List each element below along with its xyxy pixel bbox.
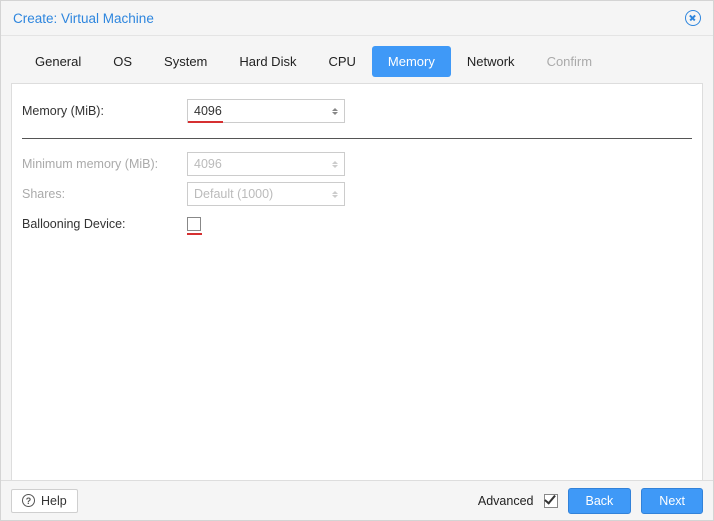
title-bar: Create: Virtual Machine bbox=[1, 1, 713, 36]
tab-os[interactable]: OS bbox=[97, 46, 148, 77]
row-min-memory: Minimum memory (MiB): 4096 bbox=[22, 149, 692, 179]
advanced-checkbox[interactable] bbox=[544, 494, 558, 508]
validation-underline bbox=[188, 121, 223, 123]
ballooning-checkbox[interactable] bbox=[187, 217, 201, 231]
footer-right: Advanced Back Next bbox=[478, 488, 703, 514]
shares-input: Default (1000) bbox=[187, 182, 345, 206]
shares-label: Shares: bbox=[22, 187, 187, 201]
create-vm-dialog: Create: Virtual Machine General OS Syste… bbox=[0, 0, 714, 521]
row-ballooning: Ballooning Device: bbox=[22, 209, 692, 239]
shares-placeholder: Default (1000) bbox=[194, 187, 273, 201]
tab-system[interactable]: System bbox=[148, 46, 223, 77]
ballooning-checkbox-wrap bbox=[187, 217, 201, 231]
memory-label: Memory (MiB): bbox=[22, 104, 187, 118]
row-memory: Memory (MiB): 4096 bbox=[22, 96, 692, 126]
min-memory-label: Minimum memory (MiB): bbox=[22, 157, 187, 171]
ballooning-label: Ballooning Device: bbox=[22, 217, 187, 231]
spinner-arrows-icon bbox=[330, 155, 340, 173]
help-button[interactable]: ? Help bbox=[11, 489, 78, 513]
tab-hard-disk[interactable]: Hard Disk bbox=[223, 46, 312, 77]
spinner-arrows-icon[interactable] bbox=[330, 102, 340, 120]
next-button[interactable]: Next bbox=[641, 488, 703, 514]
tab-cpu[interactable]: CPU bbox=[312, 46, 371, 77]
memory-value: 4096 bbox=[194, 104, 222, 118]
wizard-tab-bar: General OS System Hard Disk CPU Memory N… bbox=[1, 36, 713, 77]
back-button[interactable]: Back bbox=[568, 488, 632, 514]
advanced-label: Advanced bbox=[478, 494, 534, 508]
help-icon: ? bbox=[22, 494, 35, 507]
help-label: Help bbox=[41, 494, 67, 508]
memory-input[interactable]: 4096 bbox=[187, 99, 345, 123]
section-divider bbox=[22, 138, 692, 139]
dialog-title: Create: Virtual Machine bbox=[13, 11, 154, 26]
tab-memory[interactable]: Memory bbox=[372, 46, 451, 77]
min-memory-value: 4096 bbox=[194, 157, 222, 171]
tab-general[interactable]: General bbox=[19, 46, 97, 77]
close-icon[interactable] bbox=[685, 10, 701, 26]
min-memory-input: 4096 bbox=[187, 152, 345, 176]
row-shares: Shares: Default (1000) bbox=[22, 179, 692, 209]
spinner-arrows-icon bbox=[330, 185, 340, 203]
memory-panel: Memory (MiB): 4096 Minimum memory (MiB):… bbox=[11, 83, 703, 488]
dialog-footer: ? Help Advanced Back Next bbox=[1, 480, 713, 520]
tab-confirm: Confirm bbox=[531, 46, 609, 77]
tab-network[interactable]: Network bbox=[451, 46, 531, 77]
